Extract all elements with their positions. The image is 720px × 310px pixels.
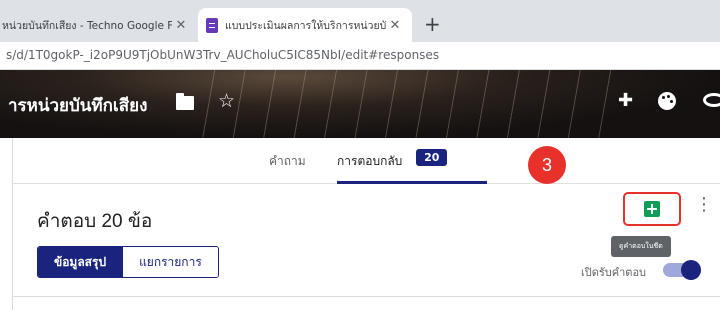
google-forms-icon	[206, 17, 218, 33]
form-tab-bar: คำถาม การตอบกลับ 20	[12, 138, 720, 184]
addon-icon[interactable]: ✚	[618, 90, 633, 111]
tab-responses-label: การตอบกลับ	[337, 154, 403, 168]
accepting-responses-label: เปิดรับคำตอบ	[581, 266, 647, 279]
browser-tab-title: แบบประเมินผลการให้บริการหน่วยบันทึก	[225, 19, 386, 32]
tab-questions[interactable]: คำถาม	[269, 152, 306, 171]
close-icon[interactable]: ✕	[386, 18, 404, 33]
preview-icon[interactable]	[703, 93, 720, 107]
responses-heading: คำตอบ 20 ข้อ	[37, 211, 153, 232]
form-header-banner: ารหน่วยบันทึกเสียง ☆ ✚	[0, 70, 720, 138]
step-number-marker: 3	[528, 146, 566, 184]
responses-card: คำตอบ 20 ข้อ ข้อมูลสรุป แยกรายการ ⋮ ดูคำ…	[12, 184, 720, 310]
url-text[interactable]: s/d/1T0gokP-_i2oP9U9TjObUnW3Trv_AUCholuC…	[6, 48, 439, 62]
sheets-tooltip: ดูคำตอบในชีต	[611, 236, 671, 257]
summary-button[interactable]: ข้อมูลสรุป	[38, 247, 123, 277]
card-divider	[12, 296, 720, 297]
toggle-thumb[interactable]	[681, 260, 701, 280]
browser-tab-strip: หน่วยบันทึกเสียง - Techno Google F ✕ แบบ…	[0, 0, 720, 42]
individual-button[interactable]: แยกรายการ	[122, 247, 218, 277]
sheets-icon	[644, 201, 660, 217]
browser-tab-evaluation-form[interactable]: แบบประเมินผลการให้บริการหน่วยบันทึก ✕	[198, 8, 412, 42]
more-vert-icon[interactable]: ⋮	[695, 196, 713, 214]
form-title[interactable]: ารหน่วยบันทึกเสียง	[8, 92, 147, 119]
response-count-badge: 20	[416, 149, 448, 166]
browser-tab-title: หน่วยบันทึกเสียง - Techno Google F	[2, 19, 172, 32]
header-background-image	[200, 70, 620, 138]
star-icon[interactable]: ☆	[218, 90, 235, 112]
new-tab-button[interactable]: +	[424, 12, 441, 36]
tab-responses[interactable]: การตอบกลับ 20	[337, 149, 487, 184]
address-bar[interactable]: s/d/1T0gokP-_i2oP9U9TjObUnW3Trv_AUCholuC…	[0, 42, 720, 70]
close-icon[interactable]: ✕	[172, 18, 190, 33]
view-toggle: ข้อมูลสรุป แยกรายการ	[37, 246, 219, 278]
browser-tab-recording-unit[interactable]: หน่วยบันทึกเสียง - Techno Google F ✕	[0, 8, 196, 42]
folder-icon[interactable]	[176, 93, 194, 110]
accepting-responses-toggle[interactable]	[663, 260, 701, 280]
view-in-sheets-button[interactable]	[623, 192, 681, 226]
palette-icon[interactable]	[658, 92, 676, 110]
